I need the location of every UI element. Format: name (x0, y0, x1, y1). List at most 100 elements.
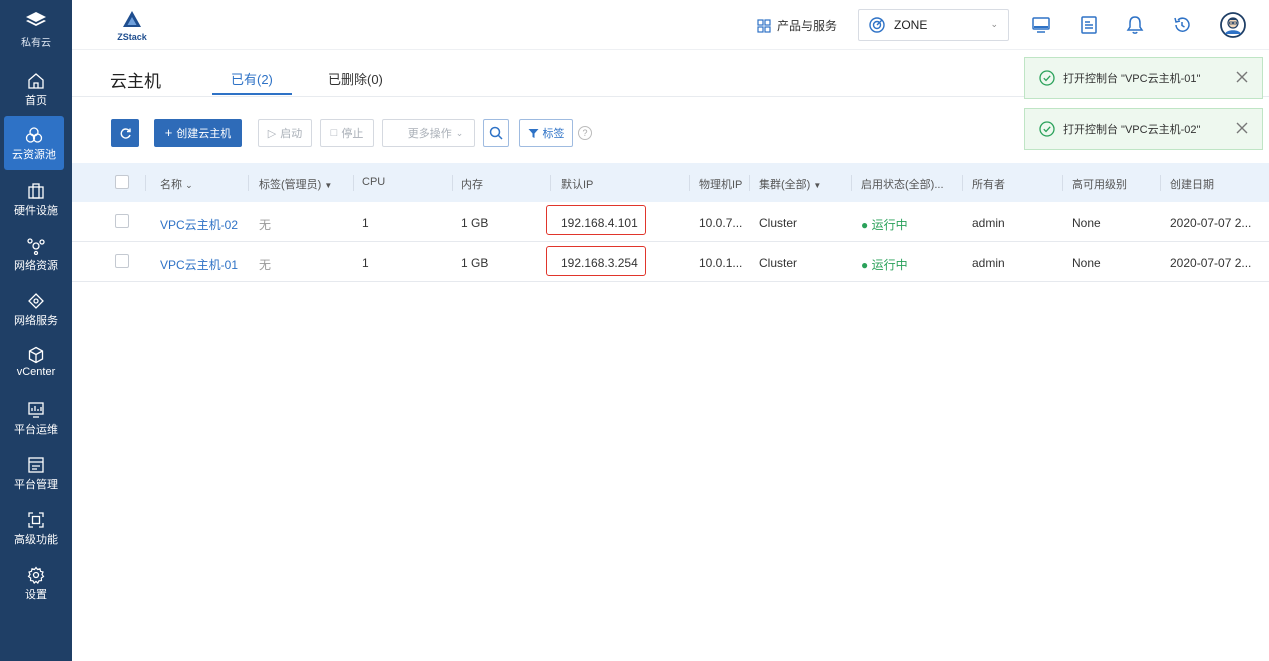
check-circle-icon (1039, 121, 1055, 137)
vm-name-link[interactable]: VPC云主机-01 (160, 256, 238, 273)
column-divider (689, 175, 690, 191)
vm-status: ● 运行中 (861, 218, 908, 232)
close-icon[interactable] (1234, 120, 1250, 136)
create-vm-label: 创建云主机 (176, 128, 232, 140)
dropdown-triangle-icon: ▼ (324, 181, 333, 190)
zone-label: ZONE (894, 18, 928, 32)
toast-message: 打开控制台 "VPC云主机-01" (1063, 73, 1201, 85)
advanced-icon (27, 511, 45, 529)
ops-icon (27, 401, 45, 419)
sidebar-item-resource-pool[interactable]: 云资源池 (4, 116, 64, 170)
column-divider (145, 175, 146, 191)
sidebar-item-network-service[interactable]: 网络服务 (0, 282, 72, 336)
monitor-icon[interactable] (1030, 14, 1052, 36)
sort-chevron-icon: ⌄ (185, 180, 193, 190)
bell-icon[interactable] (1124, 14, 1146, 36)
page-title: 云主机 (110, 72, 161, 91)
create-vm-button[interactable]: + 创建云主机 (154, 119, 242, 147)
zstack-logo[interactable]: ZStack (112, 10, 152, 42)
hardware-icon (27, 182, 45, 200)
start-button[interactable]: ▷ 启动 (258, 119, 312, 147)
products-services-menu[interactable]: 产品与服务 (757, 17, 837, 34)
chevron-down-icon: ⌄ (990, 19, 998, 29)
help-icon[interactable]: ? (578, 126, 592, 140)
column-header-memory: 内存 (461, 179, 483, 191)
column-divider (962, 175, 963, 191)
play-icon: ▷ (267, 127, 277, 140)
column-divider (749, 175, 750, 191)
select-all-checkbox[interactable] (115, 175, 129, 189)
tab-deleted[interactable]: 已删除(0) (328, 69, 383, 88)
sidebar-item-label: 平台运维 (14, 424, 58, 436)
vm-tag: 无 (259, 218, 272, 232)
more-actions-label: 更多操作 (407, 128, 452, 140)
vm-host-ip: 10.0.1... (699, 256, 743, 270)
vm-created: 2020-07-07 2... (1170, 256, 1252, 270)
settings-icon (27, 566, 45, 584)
row-checkbox[interactable] (115, 254, 129, 268)
sidebar-item-advanced[interactable]: 高级功能 (0, 501, 72, 555)
toast-message: 打开控制台 "VPC云主机-02" (1063, 124, 1201, 136)
sidebar-item-settings[interactable]: 设置 (0, 556, 72, 610)
sidebar-item-label: 平台管理 (14, 479, 58, 491)
vm-cpu: 1 (362, 256, 369, 270)
search-icon (489, 126, 503, 140)
stop-button[interactable]: □ 停止 (320, 119, 374, 147)
vm-created: 2020-07-07 2... (1170, 216, 1252, 230)
column-divider (353, 175, 354, 191)
column-divider (248, 175, 249, 191)
vm-cpu: 1 (362, 216, 369, 230)
grid-icon (757, 18, 771, 33)
vm-memory: 1 GB (461, 256, 489, 270)
column-header-cpu: CPU (362, 176, 386, 188)
document-icon[interactable] (1078, 14, 1100, 36)
chevron-down-icon: ⌄ (455, 127, 464, 138)
dropdown-triangle-icon: ▼ (813, 181, 822, 190)
column-divider (851, 175, 852, 191)
more-actions-button[interactable]: 更多操作 ⌄ (382, 119, 475, 147)
sidebar-item-hardware[interactable]: 硬件设施 (0, 172, 72, 226)
sidebar-item-vcenter[interactable]: vCenter (0, 336, 72, 390)
column-header-created: 创建日期 (1170, 179, 1214, 191)
filter-icon (528, 128, 538, 138)
vm-default-ip: 192.168.3.254 (561, 256, 638, 270)
sidebar-item-label: 首页 (25, 95, 47, 107)
vm-status: ● 运行中 (861, 258, 908, 272)
start-label: 启动 (280, 128, 303, 140)
history-icon[interactable] (1171, 14, 1193, 36)
column-header-name[interactable]: 名称 ⌄ (160, 176, 193, 192)
close-icon[interactable] (1234, 69, 1250, 85)
products-services-label: 产品与服务 (777, 19, 838, 33)
home-icon (27, 72, 45, 90)
vm-tag: 无 (259, 258, 272, 272)
column-header-owner: 所有者 (972, 179, 1005, 191)
sidebar-brand[interactable]: 私有云 (0, 0, 72, 54)
column-header-tag[interactable]: 标签(管理员) ▼ (259, 176, 332, 192)
sidebar-item-network-resource[interactable]: 网络资源 (0, 227, 72, 281)
sidebar-brand-label: 私有云 (21, 38, 51, 49)
sidebar-item-label: 云资源池 (12, 149, 56, 161)
tab-existing[interactable]: 已有(2) (231, 69, 273, 88)
sidebar-item-platform-manage[interactable]: 平台管理 (0, 446, 72, 500)
check-circle-icon (1039, 70, 1055, 86)
column-header-cluster[interactable]: 集群(全部) ▼ (759, 176, 821, 192)
vm-name-link[interactable]: VPC云主机-02 (160, 216, 238, 233)
refresh-button[interactable] (111, 119, 139, 147)
network-resource-icon (27, 237, 45, 256)
resource-pool-icon (25, 126, 43, 144)
search-button[interactable] (483, 119, 509, 147)
sidebar-item-home[interactable]: 首页 (0, 62, 72, 116)
table-row[interactable]: VPC云主机-01 无 1 1 GB 192.168.3.254 10.0.1.… (72, 242, 1269, 282)
sidebar-item-ops[interactable]: 平台运维 (0, 391, 72, 445)
logo-text: ZStack (117, 32, 147, 42)
zone-select[interactable]: ZONE ⌄ (858, 9, 1009, 41)
active-tab-indicator (212, 93, 292, 95)
tag-filter-button[interactable]: 标签 (519, 119, 573, 147)
column-header-status[interactable]: 启用状态(全部)... (861, 176, 944, 192)
sidebar: 私有云 首页 云资源池 硬件设施 网络资源 网络服务 vCenter 平台运维 … (0, 0, 72, 661)
user-avatar-icon[interactable] (1220, 12, 1246, 38)
table-row[interactable]: VPC云主机-02 无 1 1 GB 192.168.4.101 10.0.7.… (72, 202, 1269, 242)
row-checkbox[interactable] (115, 214, 129, 228)
zone-radar-icon (869, 17, 885, 33)
platform-manage-icon (27, 456, 45, 474)
